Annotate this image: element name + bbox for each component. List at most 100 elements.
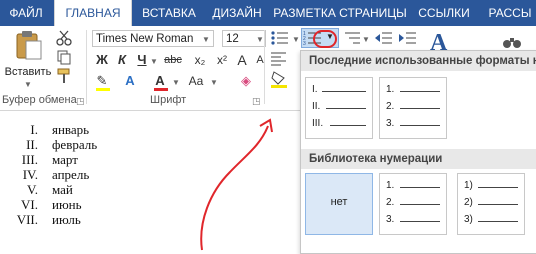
numbering-dropdown: Последние использованные форматы номе I.… <box>300 50 536 254</box>
eraser-icon: ◈ <box>241 73 251 88</box>
font-launcher-icon[interactable]: ◳ <box>252 96 261 107</box>
superscript-button[interactable]: x² <box>212 51 232 69</box>
font-size-chevron-down-icon[interactable]: ▼ <box>256 35 264 44</box>
annotation-arrow <box>200 118 273 251</box>
annotation-circle <box>313 30 337 48</box>
list-item-number: VI. <box>21 197 38 212</box>
paste-label: Вставить <box>4 66 52 78</box>
numbering-library-header: Библиотека нумерации <box>301 149 536 169</box>
bullets-icon[interactable] <box>270 30 292 46</box>
format-number: 1. <box>386 180 395 191</box>
bold-button[interactable]: Ж <box>92 51 112 69</box>
change-case-button[interactable]: Aa <box>184 72 208 90</box>
list-item-number: IV. <box>22 167 38 182</box>
library-format-arabic-paren[interactable]: 1) 2) 3) <box>457 173 525 235</box>
format-number: I. <box>312 84 318 95</box>
subscript-button[interactable]: x₂ <box>190 51 210 69</box>
tab-mailings[interactable]: РАССЫ <box>480 0 536 26</box>
format-number: II. <box>312 101 321 112</box>
list-item-text: май <box>52 182 73 197</box>
font-group-label: Шрифт <box>150 94 187 106</box>
cut-icon[interactable] <box>56 30 72 46</box>
find-binoculars-icon[interactable] <box>502 34 522 50</box>
copy-icon[interactable] <box>56 49 72 65</box>
multilevel-chevron-down-icon[interactable]: ▼ <box>362 35 370 44</box>
list-item-number: V. <box>27 182 38 197</box>
clipboard-paste-icon <box>16 31 42 60</box>
list-item-text: июль <box>52 212 81 227</box>
paste-chevron-down-icon: ▼ <box>24 80 32 89</box>
format-painter-icon[interactable] <box>56 68 72 84</box>
list-item-number: II. <box>26 137 38 152</box>
clear-formatting-button[interactable]: ◈ <box>236 72 256 90</box>
clipboard-launcher-icon[interactable]: ◳ <box>76 96 85 107</box>
format-line <box>400 204 440 205</box>
underline-chevron-down-icon[interactable]: ▼ <box>150 57 158 66</box>
format-number: 1. <box>386 84 395 95</box>
format-line <box>400 91 440 92</box>
group-divider <box>264 30 265 104</box>
paste-button[interactable]: Вставить ▼ <box>5 30 51 89</box>
tab-file[interactable]: ФАЙЛ <box>0 0 52 26</box>
tab-page-layout[interactable]: РАЗМЕТКА СТРАНИЦЫ <box>272 0 408 26</box>
tab-home[interactable]: ГЛАВНАЯ <box>54 0 132 27</box>
format-number: 3. <box>386 118 395 129</box>
recent-format-arabic[interactable]: 1. 2. 3. <box>379 77 447 139</box>
format-line <box>478 187 518 188</box>
list-item-number: I. <box>30 122 38 137</box>
shading-icon[interactable] <box>270 70 290 88</box>
format-number: 3. <box>386 214 395 225</box>
align-left-icon[interactable] <box>270 50 288 66</box>
highlight-color-bar <box>96 88 110 91</box>
format-number: 3) <box>464 214 473 225</box>
change-case-chevron-down-icon[interactable]: ▼ <box>210 78 218 87</box>
format-line <box>400 221 440 222</box>
font-name-chevron-down-icon[interactable]: ▼ <box>202 35 210 44</box>
list-item-number: III. <box>21 152 38 167</box>
clipboard-group-label: Буфер обмена <box>2 94 77 106</box>
decrease-indent-icon[interactable] <box>374 30 394 46</box>
italic-button[interactable]: К <box>112 51 132 69</box>
group-divider <box>86 30 87 104</box>
format-line <box>326 108 366 109</box>
format-line <box>330 125 366 126</box>
library-format-arabic-dot[interactable]: 1. 2. 3. <box>379 173 447 235</box>
format-line <box>400 187 440 188</box>
format-line <box>400 108 440 109</box>
format-number: III. <box>312 118 324 129</box>
highlight-marker-icon: ✎ <box>96 73 108 88</box>
list-item-text: март <box>52 152 78 167</box>
list-item-text: январь <box>52 122 90 137</box>
font-name-select[interactable]: Times New Roman <box>92 30 214 47</box>
recent-format-roman[interactable]: I. II. III. <box>305 77 373 139</box>
tab-design[interactable]: ДИЗАЙН <box>206 0 268 26</box>
bullets-chevron-down-icon[interactable]: ▼ <box>292 35 300 44</box>
format-line <box>478 221 518 222</box>
format-number: 2. <box>386 101 395 112</box>
recent-formats-header: Последние использованные форматы номе <box>301 51 536 71</box>
increase-indent-icon[interactable] <box>398 30 418 46</box>
list-item-text: февраль <box>52 137 98 152</box>
strikethrough-button[interactable]: abc <box>160 51 186 69</box>
shrink-font-button[interactable]: A <box>250 51 270 69</box>
grow-font-button[interactable]: A <box>232 51 252 69</box>
format-line <box>400 125 440 126</box>
font-color-chevron-down-icon[interactable]: ▼ <box>172 78 180 87</box>
underline-button[interactable]: Ч <box>132 51 152 69</box>
tab-references[interactable]: ССЫЛКИ <box>414 0 474 26</box>
library-format-none[interactable]: нет <box>305 173 373 235</box>
text-effects-button[interactable]: A <box>120 72 140 90</box>
format-number: 2) <box>464 197 473 208</box>
tab-insert[interactable]: ВСТАВКА <box>134 0 204 26</box>
multilevel-list-icon[interactable] <box>342 30 364 46</box>
svg-text:3: 3 <box>303 41 306 46</box>
font-color-bar <box>154 88 168 91</box>
list-item-number: VII. <box>16 212 38 227</box>
format-line <box>478 204 518 205</box>
format-number: 1) <box>464 180 473 191</box>
list-item-text: июнь <box>52 197 82 212</box>
ribbon-tab-bar: ФАЙЛ ГЛАВНАЯ ВСТАВКА ДИЗАЙН РАЗМЕТКА СТР… <box>0 0 536 27</box>
list-item-text: апрель <box>52 167 90 182</box>
format-number: 2. <box>386 197 395 208</box>
none-format-label: нет <box>330 196 348 208</box>
